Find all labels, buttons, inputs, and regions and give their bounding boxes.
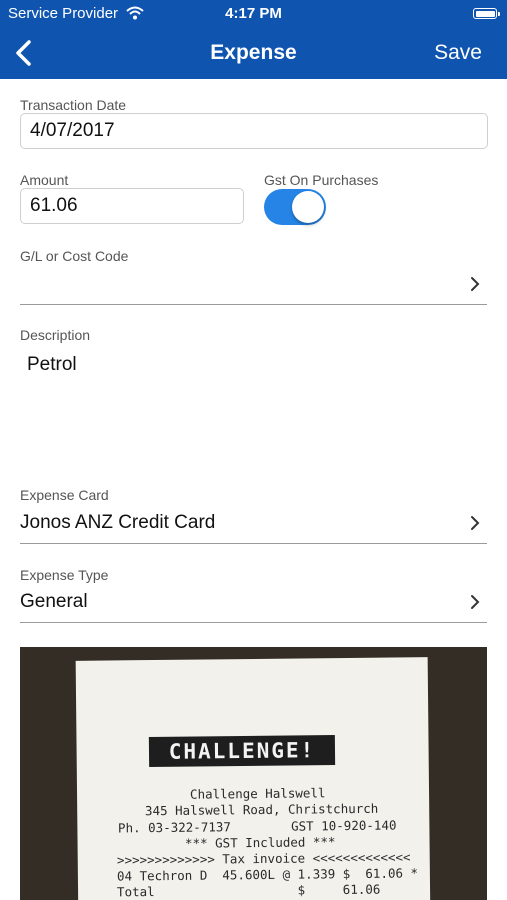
gl-code-label: G/L or Cost Code — [20, 248, 129, 264]
receipt-logo: CHALLENGE! — [148, 735, 336, 767]
header-bar: Service Provider 4:17 PM Expense Save — [0, 0, 507, 79]
save-button[interactable]: Save — [434, 41, 482, 65]
gst-label: Gst On Purchases — [264, 172, 379, 188]
expense-type-value: General — [20, 591, 88, 612]
expense-type-label: Expense Type — [20, 567, 109, 583]
expense-card-row[interactable]: Jonos ANZ Credit Card — [20, 504, 487, 544]
status-bar: Service Provider 4:17 PM — [0, 0, 507, 28]
expense-card-label: Expense Card — [20, 487, 109, 503]
receipt-line: Total $ 61.06 — [116, 881, 381, 900]
toggle-knob — [292, 191, 324, 223]
gl-code-row[interactable] — [20, 264, 487, 305]
expense-card-value: Jonos ANZ Credit Card — [20, 512, 216, 533]
chevron-right-icon — [471, 516, 480, 530]
expense-type-row[interactable]: General — [20, 583, 487, 623]
receipt-line: *** GST Included *** — [184, 834, 336, 851]
gst-toggle[interactable] — [264, 189, 326, 225]
receipt-line: Challenge Halswell — [189, 785, 326, 802]
chevron-right-icon — [471, 277, 480, 291]
amount-label: Amount — [20, 172, 69, 188]
page-title: Expense — [210, 41, 297, 64]
receipt-line: >>>>>>>>>>>>> Tax invoice <<<<<<<<<<<<< — [116, 849, 411, 868]
chevron-right-icon — [471, 595, 480, 609]
receipt-line: Ph. 03-322-7137 GST 10-920-140 — [117, 817, 397, 836]
transaction-date-field[interactable]: 4/07/2017 — [20, 113, 488, 149]
amount-field[interactable]: 61.06 — [20, 188, 244, 224]
transaction-date-label: Transaction Date — [20, 97, 127, 113]
battery-icon — [473, 8, 500, 19]
receipt-line: 345 Halswell Road, Christchurch — [144, 800, 379, 819]
description-label: Description — [20, 327, 91, 343]
status-time: 4:17 PM — [225, 5, 282, 22]
description-field[interactable]: Petrol — [27, 354, 77, 376]
